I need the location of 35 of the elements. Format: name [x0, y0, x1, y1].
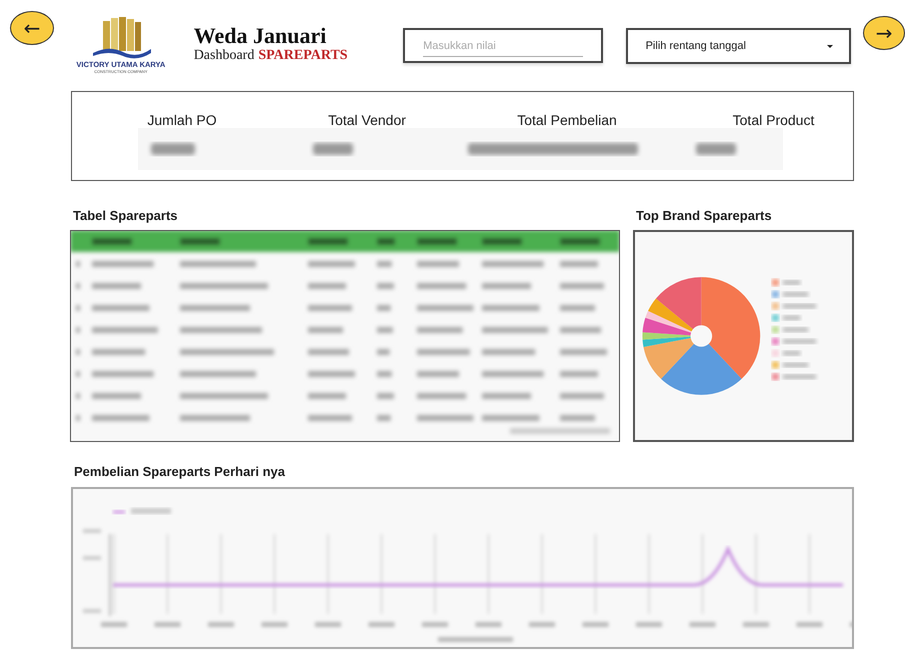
- search-field[interactable]: Masukkan nilai: [403, 28, 603, 63]
- legend-swatch: [772, 338, 779, 345]
- blurred-legend-label: [782, 374, 816, 380]
- kpi-label: Total Vendor: [328, 112, 406, 128]
- section-title: Top Brand Spareparts: [636, 208, 772, 224]
- legend-swatch: [772, 350, 779, 357]
- legend-swatch: [772, 302, 779, 310]
- blurred-legend-label: [782, 304, 816, 309]
- blurred-legend-label: [782, 280, 800, 285]
- blurred-legend-label: [782, 362, 808, 368]
- section-title: Tabel Spareparts: [73, 208, 179, 224]
- caret-icon: [827, 44, 833, 48]
- kpi-label: Jumlah PO: [147, 112, 217, 128]
- blurred-legend-label: [131, 508, 171, 514]
- blurred-legend-label: [782, 350, 800, 356]
- blurred-legend-label: [782, 292, 808, 297]
- blurred-legend-label: [782, 327, 808, 332]
- dashboard-title: Weda Januari: [194, 24, 328, 48]
- legend-swatch: [772, 326, 779, 334]
- section-title: Pembelian Spareparts Perhari nya: [74, 464, 286, 480]
- dashboard-subtitle: Dashboard: [194, 48, 254, 64]
- legend-swatch: [772, 279, 779, 286]
- blurred-legend-label: [782, 338, 816, 344]
- legend-swatch: [772, 314, 779, 322]
- legend-swatch: [113, 510, 125, 514]
- legend-swatch: [772, 362, 779, 368]
- blurred-legend-label: [782, 315, 800, 320]
- dashboard-subtitle-emphasis: SPAREPARTS: [258, 48, 348, 64]
- date-range-dropdown[interactable]: Pilih rentang tanggal: [626, 28, 851, 64]
- kpi-label: Total Product: [732, 112, 814, 128]
- back-button[interactable]: ←: [10, 11, 54, 45]
- kpi-label: Total Pembelian: [517, 112, 617, 128]
- legend-swatch: [772, 373, 779, 380]
- legend-swatch: [772, 290, 779, 298]
- forward-button[interactable]: →: [863, 16, 905, 50]
